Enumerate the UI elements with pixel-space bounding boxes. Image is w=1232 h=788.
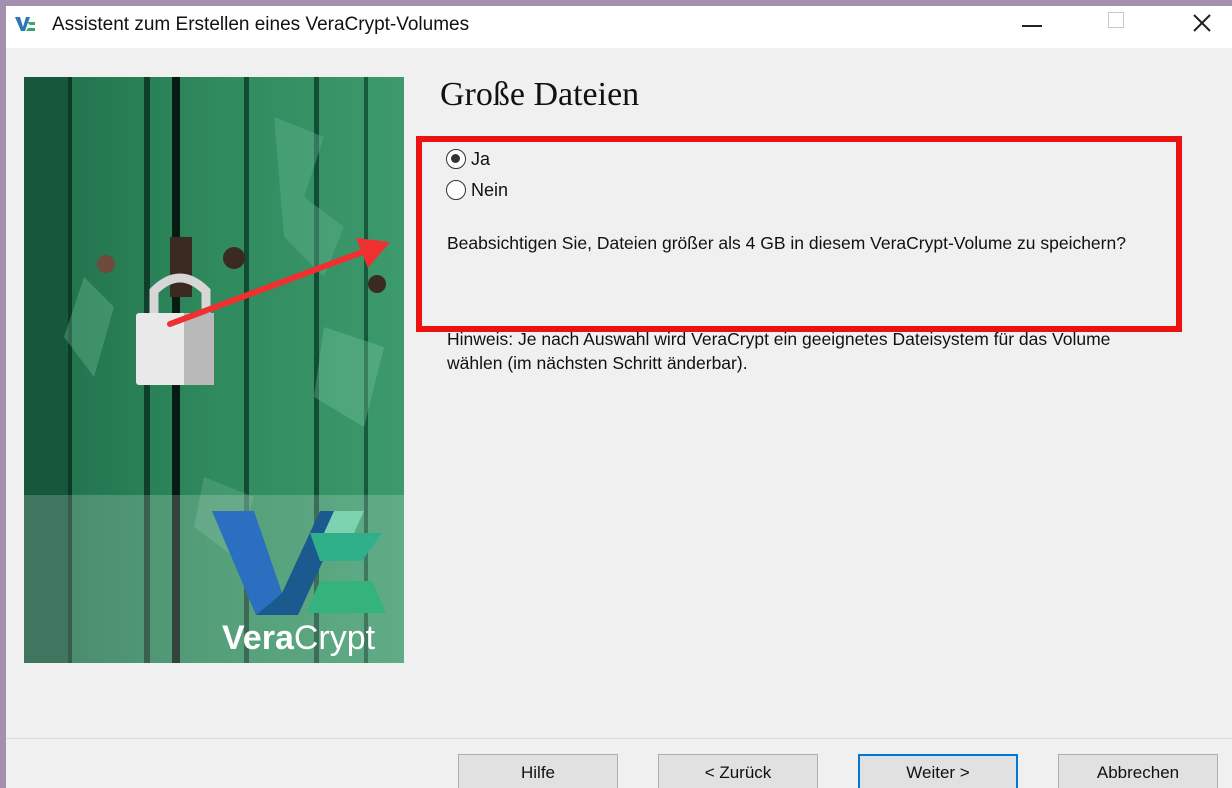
close-button[interactable] bbox=[1170, 6, 1232, 48]
next-button[interactable]: Weiter > bbox=[858, 754, 1018, 788]
maximize-icon bbox=[1108, 12, 1124, 28]
wizard-side-image: VeraCrypt bbox=[24, 77, 404, 663]
brand-regular-text: Crypt bbox=[294, 619, 376, 657]
close-icon bbox=[1193, 14, 1211, 32]
page-title: Große Dateien bbox=[440, 76, 640, 113]
minimize-icon bbox=[1022, 25, 1042, 27]
footer-divider bbox=[6, 738, 1232, 739]
window-title: Assistent zum Erstellen eines VeraCrypt-… bbox=[52, 14, 470, 35]
back-button[interactable]: < Zurück bbox=[658, 754, 818, 788]
cancel-button[interactable]: Abbrechen bbox=[1058, 754, 1218, 788]
brand-bold-text: Vera bbox=[222, 619, 295, 657]
wizard-window: Assistent zum Erstellen eines VeraCrypt-… bbox=[6, 6, 1232, 788]
title-bar[interactable]: Assistent zum Erstellen eines VeraCrypt-… bbox=[6, 6, 1232, 48]
annotation-highlight-box bbox=[416, 136, 1182, 332]
veracrypt-logo-text: VeraCrypt bbox=[222, 619, 376, 657]
minimize-button[interactable] bbox=[1001, 6, 1063, 48]
maximize-button[interactable] bbox=[1086, 6, 1148, 48]
veracrypt-icon bbox=[14, 14, 36, 34]
help-button[interactable]: Hilfe bbox=[458, 754, 618, 788]
hint-text: Hinweis: Je nach Auswahl wird VeraCrypt … bbox=[447, 329, 1111, 373]
